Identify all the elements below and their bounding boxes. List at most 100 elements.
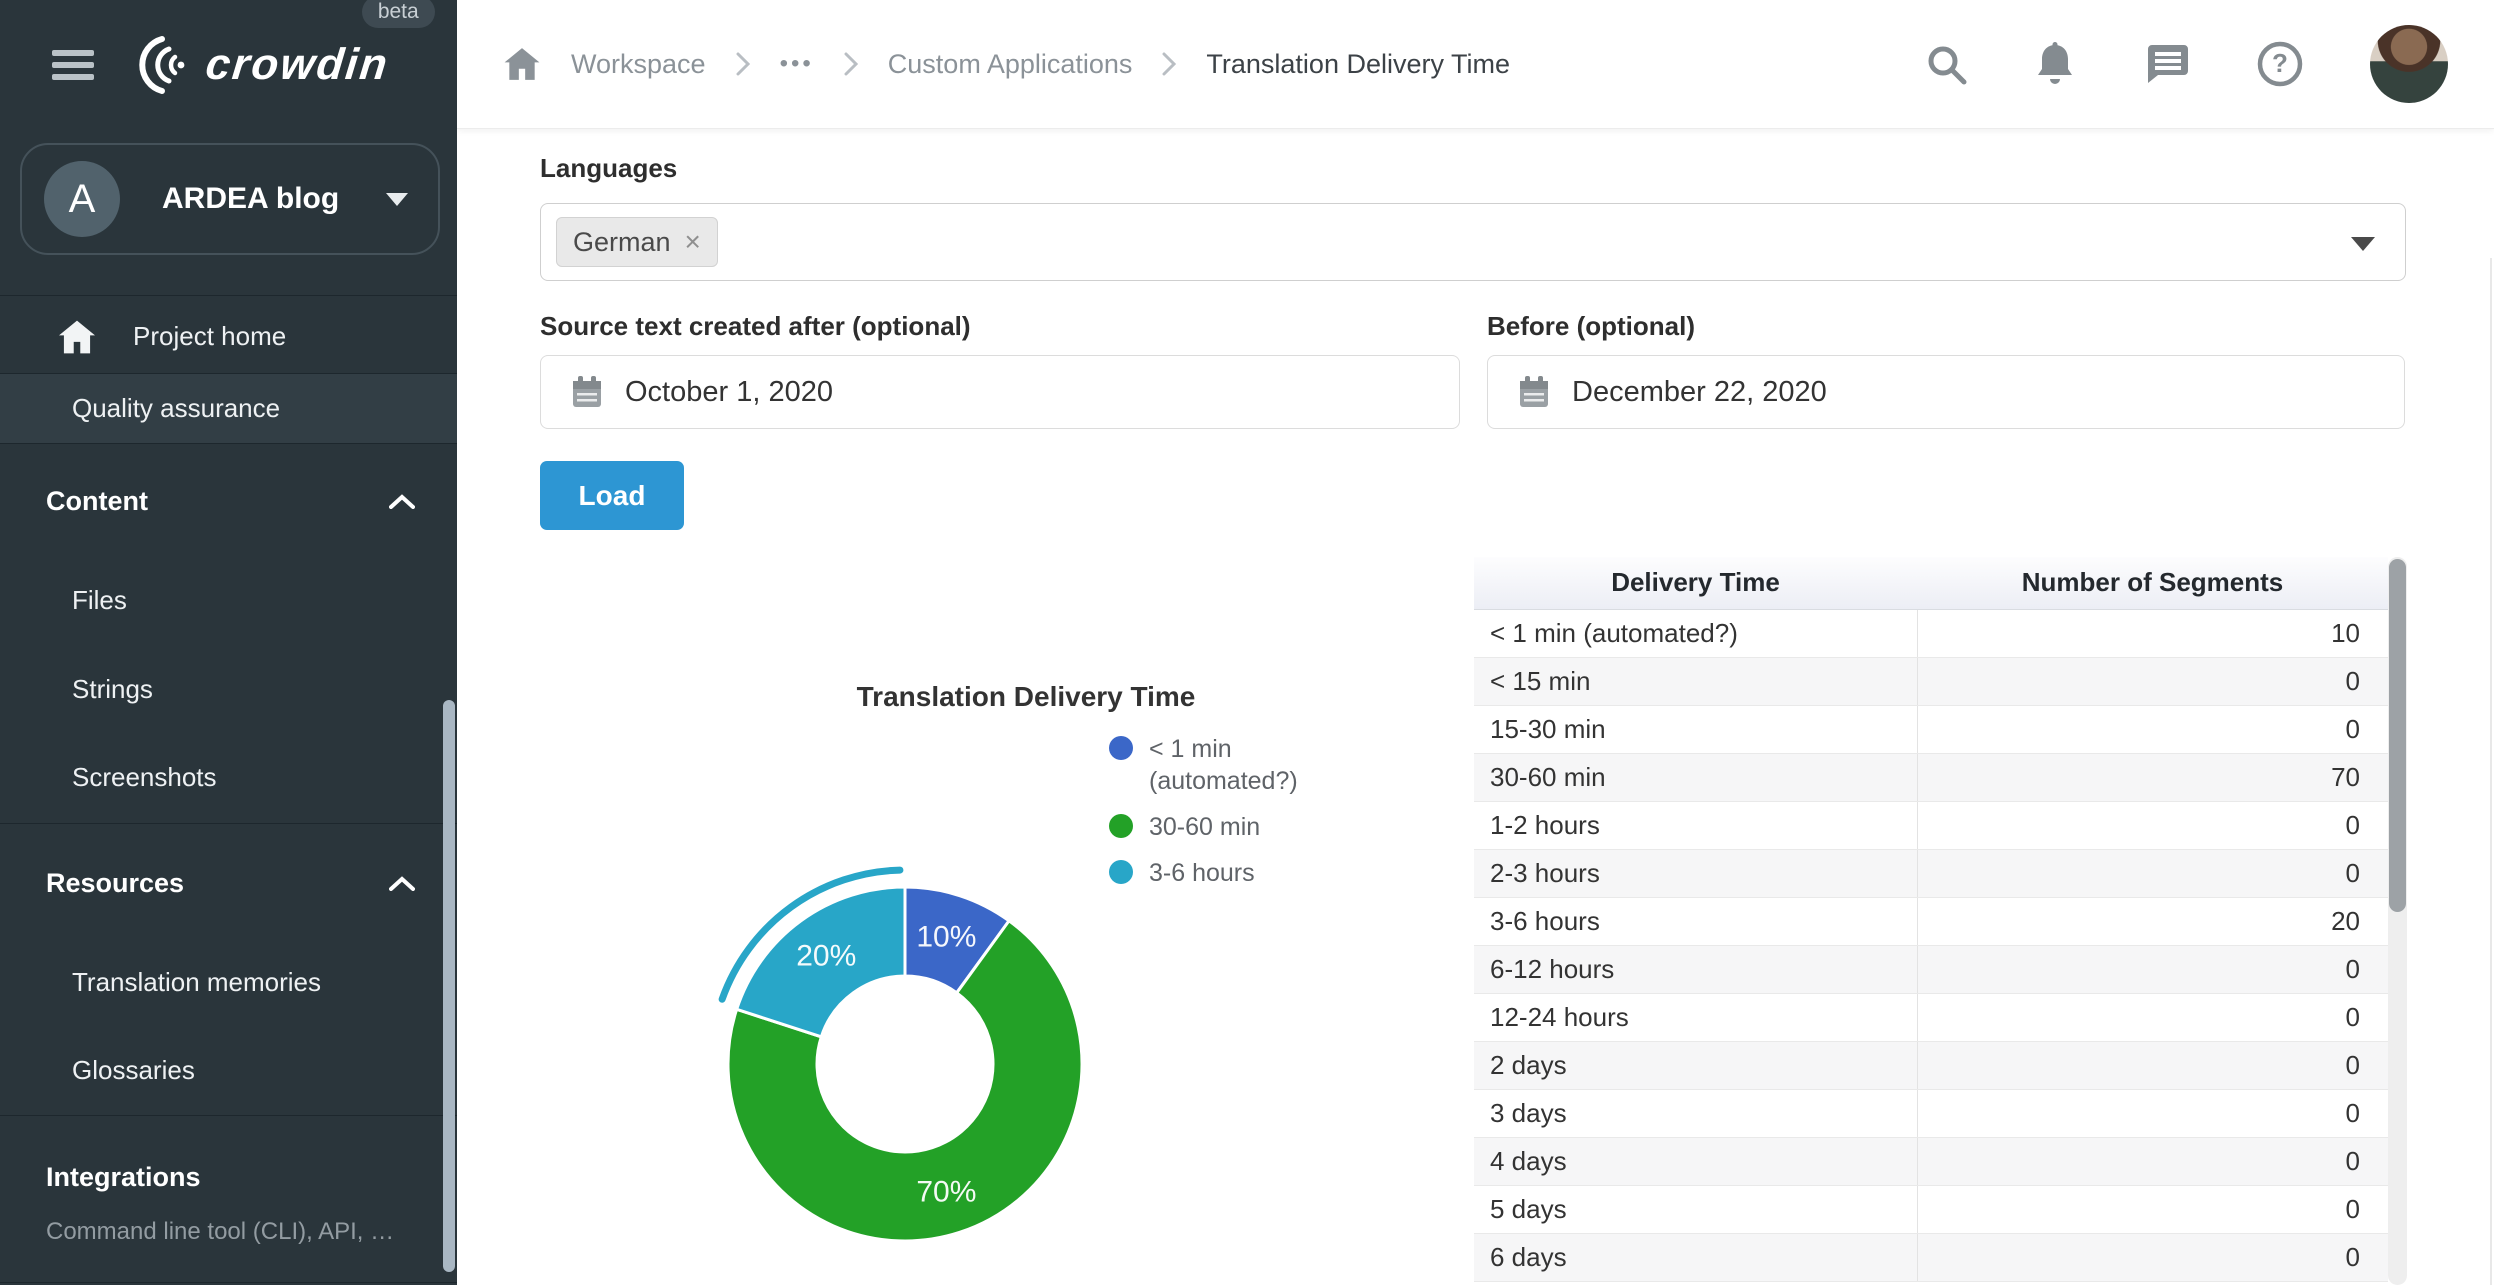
slice-percent-label: 20%: [796, 940, 856, 973]
cell-number-of-segments: 70: [1917, 753, 2388, 801]
cell-delivery-time: 2-3 hours: [1474, 849, 1917, 897]
user-avatar[interactable]: [2370, 25, 2448, 103]
cell-delivery-time: 6 days: [1474, 1233, 1917, 1281]
table-row[interactable]: < 1 min (automated?)10: [1474, 609, 2388, 657]
table-scrollbar-thumb[interactable]: [2389, 559, 2406, 912]
table-row[interactable]: 5 days0: [1474, 1185, 2388, 1233]
sidebar-item-label: Translation memories: [72, 967, 321, 998]
cell-number-of-segments: 0: [1917, 1233, 2388, 1281]
notifications-bell-icon[interactable]: [2034, 41, 2076, 87]
legend-label: 30-60 min: [1149, 811, 1260, 843]
cell-delivery-time: 12-24 hours: [1474, 993, 1917, 1041]
sidebar-item-label: Project home: [133, 321, 286, 352]
legend-dot-icon: [1109, 814, 1133, 838]
cell-number-of-segments: 0: [1917, 1089, 2388, 1137]
sidebar-item-glossaries[interactable]: Glossaries: [0, 1040, 457, 1100]
breadcrumb-workspace[interactable]: Workspace: [571, 49, 706, 80]
sidebar-item-label: Files: [72, 585, 127, 616]
breadcrumb-custom-applications[interactable]: Custom Applications: [888, 49, 1133, 80]
sidebar-section-resources[interactable]: Resources: [0, 857, 457, 909]
table-row[interactable]: 3-6 hours20: [1474, 897, 2388, 945]
column-header-number-of-segments[interactable]: Number of Segments: [1917, 557, 2388, 609]
table-row[interactable]: 6 days0: [1474, 1233, 2388, 1281]
table-row[interactable]: 4 days0: [1474, 1137, 2388, 1185]
cell-delivery-time: 2 days: [1474, 1041, 1917, 1089]
cell-delivery-time: 5 days: [1474, 1185, 1917, 1233]
table-row[interactable]: 15-30 min0: [1474, 705, 2388, 753]
divider: [0, 823, 457, 824]
divider: [0, 443, 457, 444]
sidebar-item-quality-assurance[interactable]: Quality assurance: [0, 374, 457, 443]
chart-legend: < 1 min (automated?) 30-60 min 3-6 hours: [1109, 733, 1319, 903]
sidebar-section-integrations[interactable]: Integrations: [0, 1151, 457, 1203]
help-icon[interactable]: ?: [2256, 40, 2304, 88]
calendar-icon: [571, 375, 603, 409]
languages-select[interactable]: German ×: [540, 203, 2406, 281]
table-row[interactable]: < 15 min0: [1474, 657, 2388, 705]
hamburger-menu-icon[interactable]: [52, 50, 94, 80]
legend-item[interactable]: 30-60 min: [1109, 811, 1319, 843]
legend-item[interactable]: 3-6 hours: [1109, 857, 1319, 889]
cell-delivery-time: 3-6 hours: [1474, 897, 1917, 945]
cell-delivery-time: < 15 min: [1474, 657, 1917, 705]
column-header-delivery-time[interactable]: Delivery Time: [1474, 557, 1917, 609]
sidebar-item-label: Screenshots: [72, 762, 217, 793]
sidebar-item-project-home[interactable]: Project home: [0, 300, 457, 373]
before-date-label: Before (optional): [1487, 311, 1695, 342]
breadcrumb-home-icon[interactable]: [503, 46, 541, 82]
calendar-icon: [1518, 375, 1550, 409]
breadcrumb-ellipsis[interactable]: •••: [780, 50, 814, 78]
svg-text:?: ?: [2272, 48, 2288, 78]
cell-delivery-time: 30-60 min: [1474, 753, 1917, 801]
load-button[interactable]: Load: [540, 461, 684, 530]
table-scrollbar[interactable]: [2388, 557, 2407, 1285]
cell-number-of-segments: 0: [1917, 1041, 2388, 1089]
languages-label: Languages: [540, 153, 677, 184]
sidebar-section-content[interactable]: Content: [0, 475, 457, 527]
slice-percent-label: 10%: [916, 921, 976, 954]
after-date-value: October 1, 2020: [625, 376, 833, 409]
table-row[interactable]: 30-60 min70: [1474, 753, 2388, 801]
sidebar-item-strings[interactable]: Strings: [0, 659, 457, 719]
crowdin-logo[interactable]: crowdin beta: [128, 34, 389, 96]
search-icon[interactable]: [1924, 42, 1968, 86]
sidebar-scrollbar[interactable]: [443, 700, 455, 1272]
sidebar-item-screenshots[interactable]: Screenshots: [0, 747, 457, 807]
legend-item[interactable]: < 1 min (automated?): [1109, 733, 1319, 797]
cell-number-of-segments: 20: [1917, 897, 2388, 945]
crowdin-wordmark: crowdin: [203, 40, 391, 90]
cell-number-of-segments: 10: [1917, 609, 2388, 657]
table-row[interactable]: 6-12 hours0: [1474, 945, 2388, 993]
sidebar: crowdin beta A ARDEA blog Project home Q…: [0, 0, 457, 1285]
cell-number-of-segments: 0: [1917, 945, 2388, 993]
table-row[interactable]: 1-2 hours0: [1474, 801, 2388, 849]
home-icon: [57, 319, 97, 355]
table-row[interactable]: 2 days0: [1474, 1041, 2388, 1089]
chevron-right-icon: [1162, 52, 1176, 76]
main-content: Languages German × Source text created a…: [457, 129, 2494, 1285]
divider: [0, 295, 457, 296]
legend-dot-icon: [1109, 860, 1133, 884]
sidebar-item-label: Glossaries: [72, 1055, 195, 1086]
legend-dot-icon: [1109, 736, 1133, 760]
chart-title: Translation Delivery Time: [716, 681, 1336, 713]
before-date-value: December 22, 2020: [1572, 376, 1827, 409]
before-date-input[interactable]: December 22, 2020: [1487, 355, 2405, 429]
remove-tag-icon[interactable]: ×: [685, 226, 701, 258]
cell-number-of-segments: 0: [1917, 1185, 2388, 1233]
messages-icon[interactable]: [2142, 41, 2190, 87]
after-date-input[interactable]: October 1, 2020: [540, 355, 1460, 429]
table-row[interactable]: 2-3 hours0: [1474, 849, 2388, 897]
sidebar-item-translation-memories[interactable]: Translation memories: [0, 952, 457, 1012]
chevron-right-icon: [844, 52, 858, 76]
section-label: Resources: [46, 868, 184, 899]
legend-label: < 1 min (automated?): [1149, 733, 1319, 797]
cell-delivery-time: < 1 min (automated?): [1474, 609, 1917, 657]
slice-percent-label: 70%: [916, 1175, 976, 1208]
project-selector[interactable]: A ARDEA blog: [20, 143, 440, 255]
table-row[interactable]: 12-24 hours0: [1474, 993, 2388, 1041]
cell-number-of-segments: 0: [1917, 705, 2388, 753]
sidebar-item-files[interactable]: Files: [0, 570, 457, 630]
table-row[interactable]: 3 days0: [1474, 1089, 2388, 1137]
crowdin-logo-icon: [128, 34, 198, 96]
